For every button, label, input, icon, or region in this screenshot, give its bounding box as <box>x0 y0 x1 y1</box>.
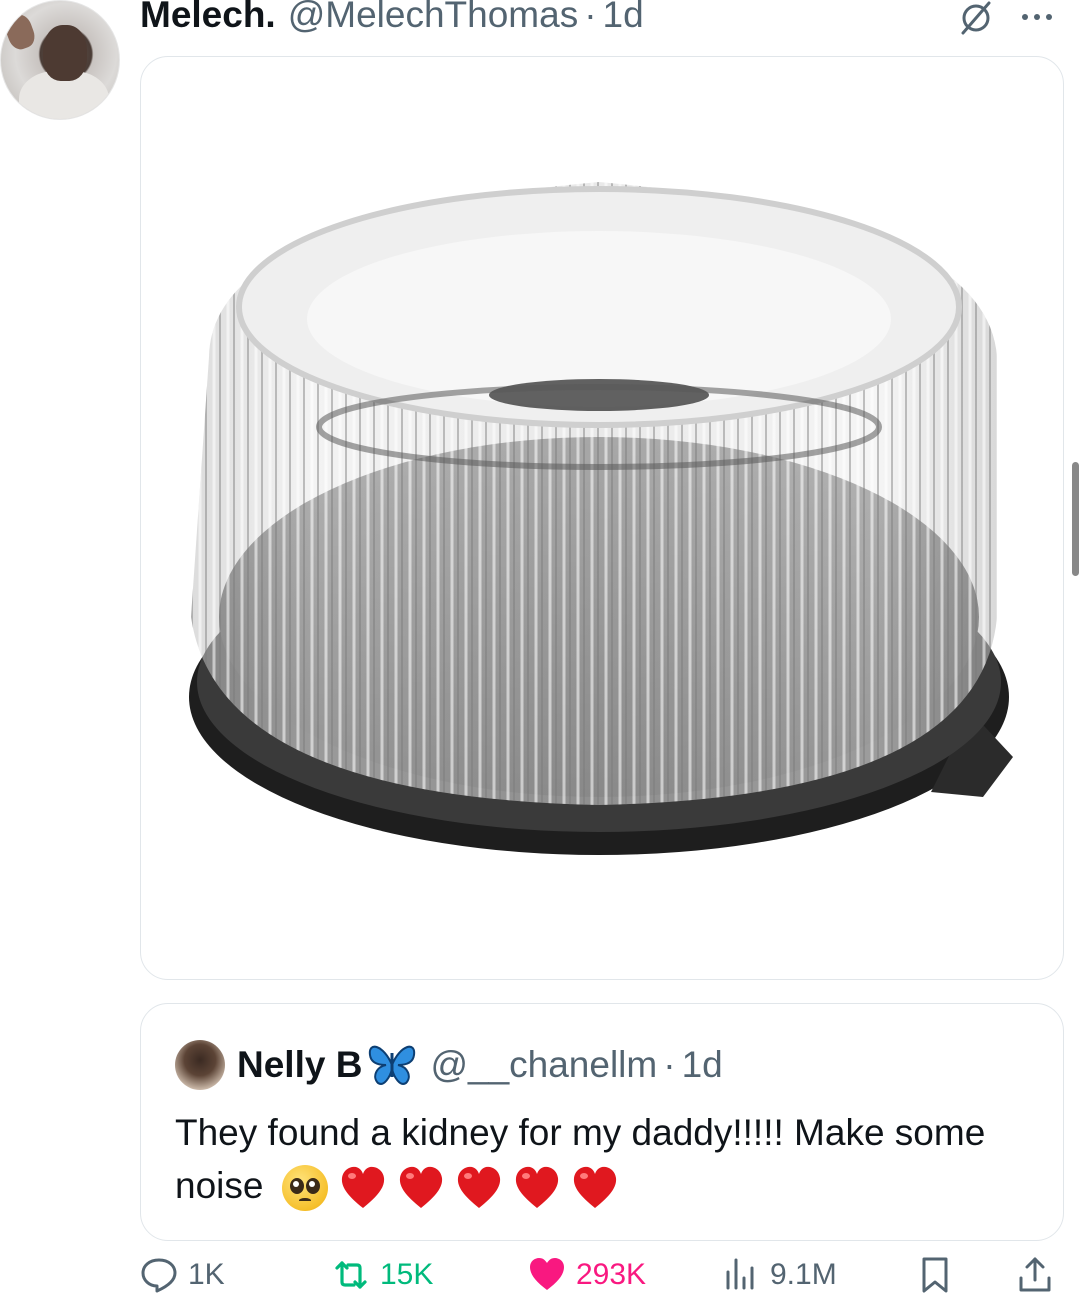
author-name[interactable]: Melech. <box>140 0 276 36</box>
like-count: 293K <box>576 1258 647 1291</box>
reply-count: 1K <box>188 1258 225 1291</box>
reply-icon <box>141 1258 177 1293</box>
quoted-separator-dot: · <box>663 1044 676 1085</box>
post-header: Melech. @MelechThomas · 1d <box>140 0 644 36</box>
repost-count: 15K <box>380 1258 434 1291</box>
share-icon <box>1019 1257 1051 1292</box>
scrollbar[interactable] <box>1072 462 1079 576</box>
repost-button[interactable]: 15K <box>332 1256 433 1294</box>
quoted-author-avatar[interactable] <box>175 1040 225 1090</box>
more-icon[interactable] <box>1022 14 1052 20</box>
quoted-post[interactable]: Nelly B @__chanellm · 1d They found a ki… <box>140 1003 1064 1241</box>
quoted-post-text: They found a kidney for my daddy!!!!! Ma… <box>175 1106 1035 1212</box>
red-heart-emoji <box>457 1167 500 1209</box>
share-button[interactable] <box>1016 1256 1054 1294</box>
cake-container-image <box>189 182 1013 855</box>
red-heart-emoji <box>341 1167 384 1209</box>
red-heart-emoji <box>573 1167 616 1209</box>
author-handle[interactable]: @MelechThomas <box>288 0 579 36</box>
pleading-face-emoji <box>281 1165 328 1212</box>
quoted-post-time[interactable]: 1d <box>682 1044 723 1086</box>
butterfly-emoji-icon <box>369 1045 416 1085</box>
avatar-hand <box>1 11 39 53</box>
bookmark-button[interactable] <box>916 1256 954 1294</box>
views-count: 9.1M <box>770 1258 837 1291</box>
action-bar: 1K 15K 293K 9.1M <box>140 1256 1064 1303</box>
media-card[interactable] <box>140 56 1064 980</box>
grok-icon[interactable] <box>958 0 994 36</box>
red-heart-emoji <box>515 1167 558 1209</box>
quoted-author-handle[interactable]: @__chanellm <box>430 1044 657 1086</box>
repost-icon <box>335 1261 367 1289</box>
quoted-post-header: Nelly B @__chanellm · 1d <box>175 1040 723 1090</box>
like-button[interactable]: 293K <box>528 1256 646 1294</box>
author-avatar[interactable] <box>0 0 120 120</box>
avatar-face <box>43 25 87 81</box>
post-time[interactable]: 1d <box>603 0 644 36</box>
reply-button[interactable]: 1K <box>140 1256 225 1294</box>
separator-dot: · <box>584 0 597 35</box>
bookmark-icon <box>922 1257 948 1293</box>
quoted-author-name[interactable]: Nelly B <box>237 1044 362 1086</box>
heart-icon <box>530 1258 564 1290</box>
emoji-row <box>281 1165 618 1212</box>
views-button[interactable]: 9.1M <box>722 1256 837 1294</box>
red-heart-emoji <box>399 1167 442 1209</box>
views-icon <box>726 1258 754 1290</box>
